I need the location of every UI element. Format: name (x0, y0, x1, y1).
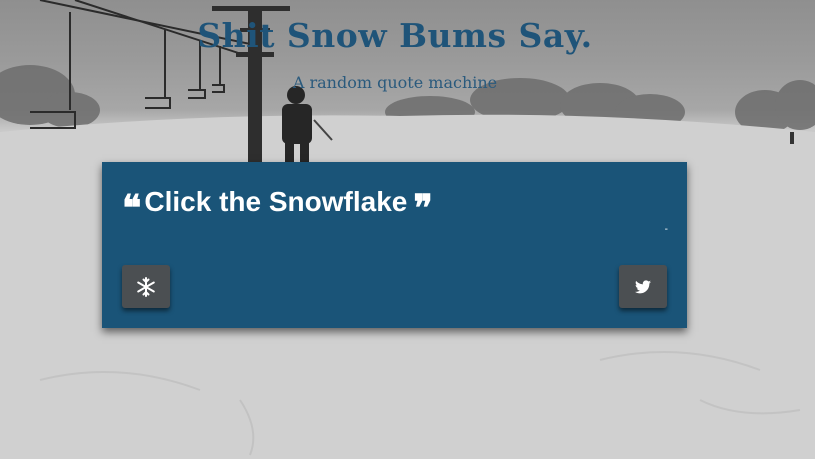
page-title: Shit Snow Bums Say. (197, 16, 593, 55)
snowflake-icon (137, 276, 155, 297)
new-quote-button[interactable] (122, 265, 170, 308)
quote-author: - (664, 224, 668, 235)
open-quote-icon: ❝ (122, 187, 142, 229)
quote-text: Click the Snowflake (144, 186, 408, 217)
page-subtitle: A random quote machine (292, 73, 498, 92)
tweet-quote-button[interactable] (619, 265, 667, 308)
quote-card: ❝ Click the Snowflake ❞ - (102, 162, 687, 328)
quote-text-container: ❝ Click the Snowflake ❞ (122, 186, 433, 226)
twitter-icon (635, 279, 651, 293)
close-quote-icon: ❞ (413, 187, 433, 229)
